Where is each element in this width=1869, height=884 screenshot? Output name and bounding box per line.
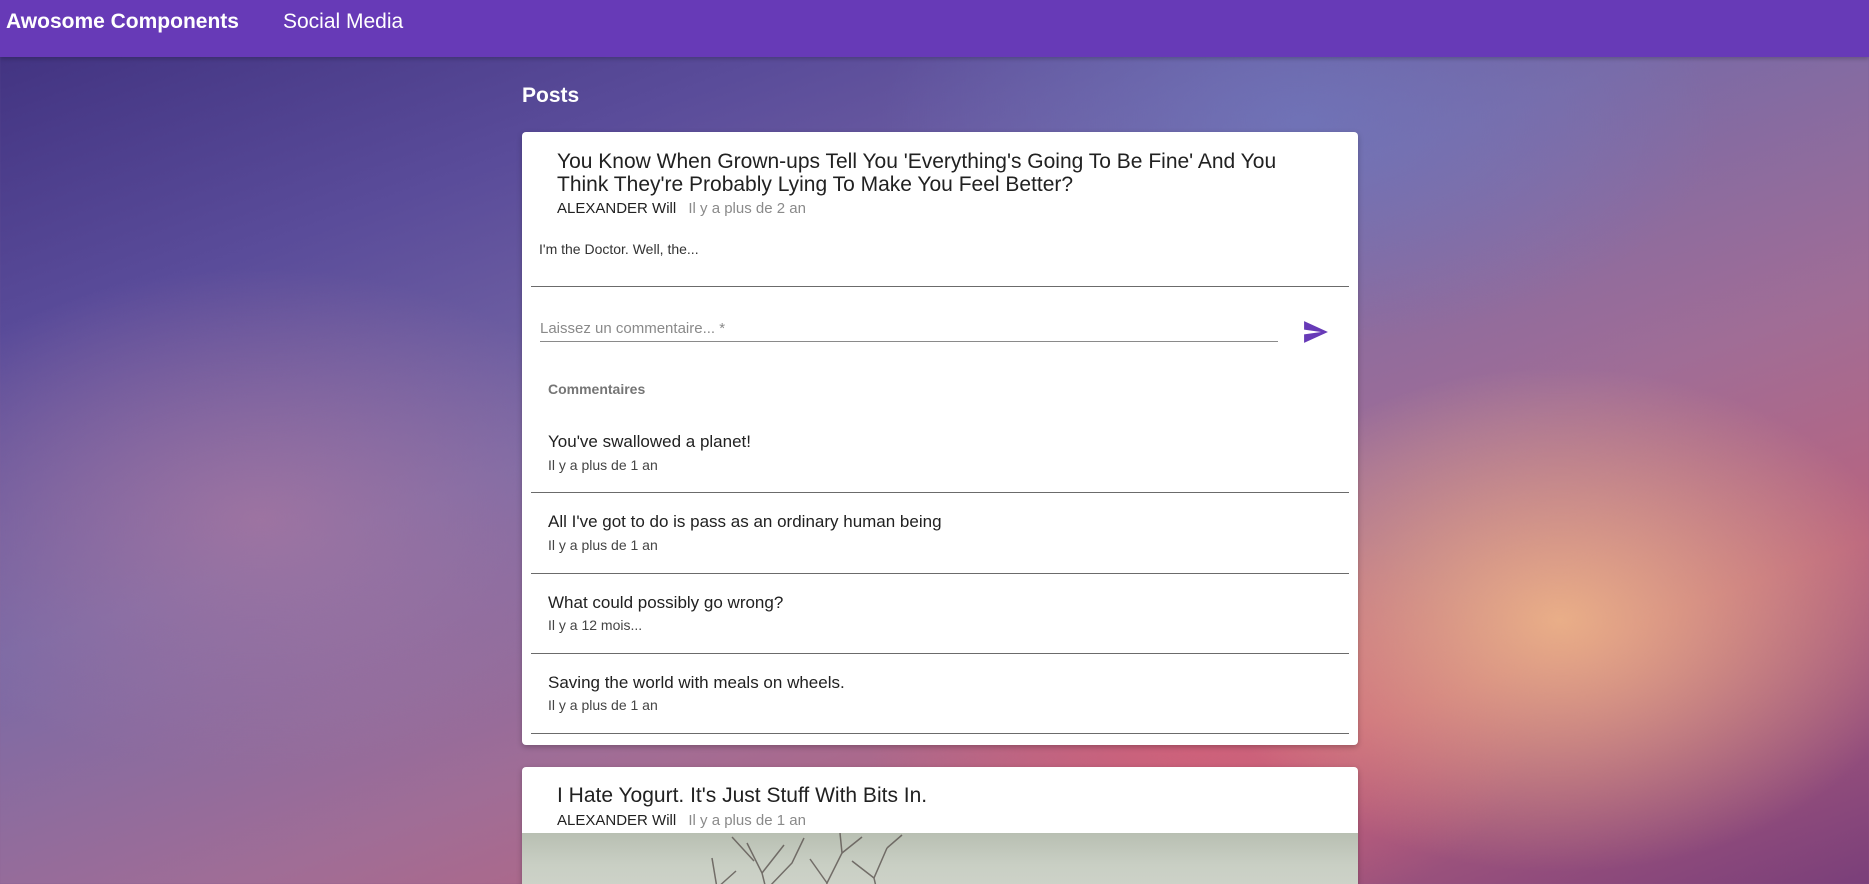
divider (531, 653, 1349, 654)
send-comment-button[interactable] (1302, 318, 1330, 346)
comment-text: All I've got to do is pass as an ordinar… (548, 512, 942, 531)
post-image (522, 833, 1358, 884)
send-icon (1304, 321, 1328, 343)
nav-link-social-media[interactable]: Social Media (283, 10, 403, 34)
divider (531, 286, 1349, 287)
post-title: I Hate Yogurt. It's Just Stuff With Bits… (557, 784, 928, 807)
comment-input[interactable] (540, 316, 1278, 340)
comment-field (540, 316, 1278, 342)
comment-text: You've swallowed a planet! (548, 432, 751, 451)
comment-time: Il y a plus de 1 an (548, 457, 658, 473)
post-time: Il y a plus de 1 an (688, 812, 806, 829)
divider (531, 573, 1349, 574)
post-card: I Hate Yogurt. It's Just Stuff With Bits… (522, 767, 1358, 884)
post-title: You Know When Grown-ups Tell You 'Everyt… (557, 150, 1277, 196)
comment-text: What could possibly go wrong? (548, 593, 784, 612)
top-toolbar: Awosome Components Social Media (0, 0, 1869, 57)
comments-header: Commentaires (548, 381, 646, 397)
post-author: ALEXANDER Will (557, 812, 677, 829)
app-brand[interactable]: Awosome Components (6, 10, 239, 34)
post-meta: ALEXANDER Will Il y a plus de 2 an (557, 200, 806, 217)
post-card: You Know When Grown-ups Tell You 'Everyt… (522, 132, 1358, 745)
comment-time: Il y a plus de 1 an (548, 537, 658, 553)
post-time: Il y a plus de 2 an (688, 200, 806, 217)
post-author: ALEXANDER Will (557, 200, 677, 217)
comment-time: Il y a 12 mois... (548, 617, 643, 633)
post-excerpt: I'm the Doctor. Well, the... (539, 241, 699, 257)
comment-time: Il y a plus de 1 an (548, 697, 658, 713)
comment-text: Saving the world with meals on wheels. (548, 673, 845, 692)
post-meta: ALEXANDER Will Il y a plus de 1 an (557, 812, 806, 829)
divider (531, 492, 1349, 493)
divider (531, 733, 1349, 734)
page-title: Posts (522, 84, 580, 107)
tree-branches-image (711, 833, 903, 884)
